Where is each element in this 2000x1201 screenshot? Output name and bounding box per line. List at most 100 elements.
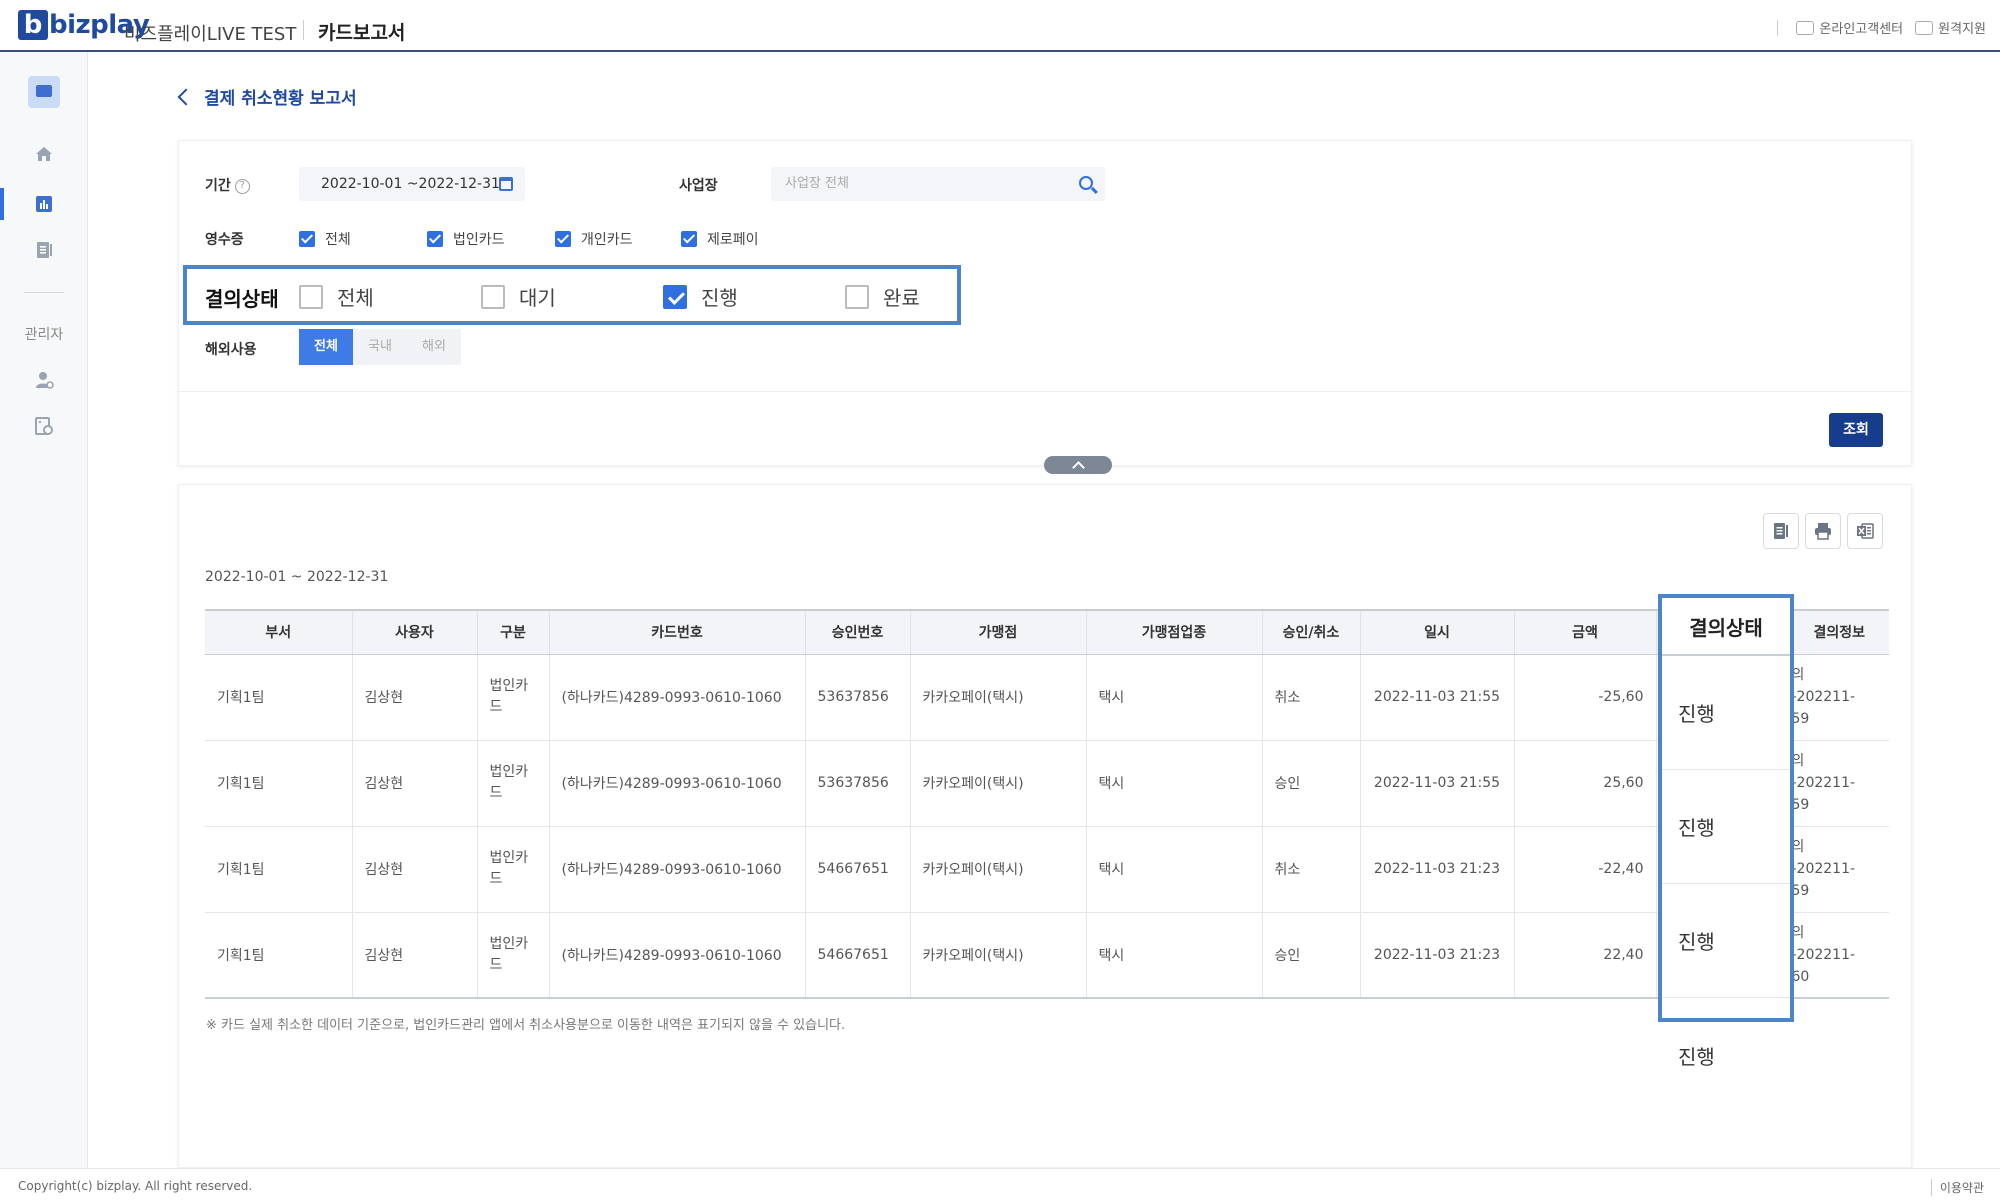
cell-info[interactable]: 의 -202211- 59 xyxy=(1789,654,1889,741)
checkbox-checked-icon[interactable] xyxy=(299,231,315,247)
status-option-all[interactable]: 전체 xyxy=(299,282,374,311)
checkbox-icon[interactable] xyxy=(299,284,323,309)
cell-user: 김상현 xyxy=(352,826,478,913)
column-header[interactable]: 승인번호 xyxy=(805,609,911,655)
cell-category: 택시 xyxy=(1086,740,1263,827)
overseas-option-all[interactable]: 전체 xyxy=(299,329,353,365)
approval-status-cell: 진행 xyxy=(1662,770,1790,884)
overseas-segmented-control: 전체 국내 해외 xyxy=(299,329,461,365)
cell-info[interactable]: 의 -202211- 60 xyxy=(1789,912,1889,999)
approval-status-header[interactable]: 결의상태 xyxy=(1662,598,1790,656)
excel-download-button[interactable] xyxy=(1847,513,1883,549)
status-option-in-progress[interactable]: 진행 xyxy=(663,282,738,311)
receipt-option-label: 법인카드 xyxy=(453,232,505,248)
collapse-filter-chevron-up-icon[interactable] xyxy=(1044,456,1112,474)
admin-label: 관리자 xyxy=(24,327,64,343)
help-icon[interactable]: ? xyxy=(234,178,250,194)
site-placeholder: 사업장 전체 xyxy=(785,176,849,191)
overseas-label: 해외사용 xyxy=(205,342,257,358)
cell-info[interactable]: 의 -202211- 59 xyxy=(1789,740,1889,827)
table-row[interactable]: 기획1팀 김상현 법인카드 (하나카드)4289-0993-0610-1060 … xyxy=(205,826,1889,913)
table-footnote: ※ 카드 실제 취소한 데이터 기준으로, 법인카드관리 앱에서 취소사용분으로… xyxy=(206,1018,846,1033)
remote-support-label: 원격지원 xyxy=(1938,22,1986,37)
view-document-button[interactable] xyxy=(1763,513,1799,549)
checkbox-checked-icon[interactable] xyxy=(555,231,571,247)
column-header[interactable]: 가맹점업종 xyxy=(1086,609,1263,655)
print-icon xyxy=(1815,523,1831,540)
cell-approve-cancel: 승인 xyxy=(1262,912,1361,999)
checkbox-icon[interactable] xyxy=(845,284,869,309)
overseas-option-domestic[interactable]: 국내 xyxy=(353,329,407,365)
app-title: 비즈플레이LIVE TEST xyxy=(124,24,297,45)
status-option-complete[interactable]: 완료 xyxy=(845,282,920,311)
receipt-options: 전체 법인카드 개인카드 제로페이 xyxy=(299,229,759,249)
column-header[interactable]: 결의정보 xyxy=(1789,609,1889,655)
status-option-label: 완료 xyxy=(883,286,920,310)
remote-support-link[interactable]: 원격지원 xyxy=(1915,18,1986,37)
filter-divider xyxy=(179,391,1913,392)
period-label-text: 기간 xyxy=(205,178,231,194)
terms-link[interactable]: 이용약관 xyxy=(1930,1179,1984,1196)
document-icon[interactable] xyxy=(34,240,54,260)
cell-dept: 기획1팀 xyxy=(205,740,353,827)
cell-approve-cancel: 취소 xyxy=(1262,826,1361,913)
checkbox-checked-icon[interactable] xyxy=(663,284,687,309)
checkbox-checked-icon[interactable] xyxy=(681,231,697,247)
chat-icon xyxy=(1796,20,1815,35)
page-header: 결제 취소현황 보고서 xyxy=(176,84,357,109)
site-search-input[interactable]: 사업장 전체 xyxy=(771,167,1105,201)
column-header[interactable]: 사용자 xyxy=(352,609,478,655)
cell-card: (하나카드)4289-0993-0610-1060 xyxy=(549,740,806,827)
overseas-option-overseas[interactable]: 해외 xyxy=(407,329,461,365)
table-row[interactable]: 기획1팀 김상현 법인카드 (하나카드)4289-0993-0610-1060 … xyxy=(205,740,1889,827)
cell-dept: 기획1팀 xyxy=(205,654,353,741)
column-header[interactable]: 승인/취소 xyxy=(1262,609,1361,655)
table-row[interactable]: 기획1팀 김상현 법인카드 (하나카드)4289-0993-0610-1060 … xyxy=(205,654,1889,741)
report-icon[interactable] xyxy=(34,194,54,214)
status-option-pending[interactable]: 대기 xyxy=(481,282,556,311)
print-button[interactable] xyxy=(1805,513,1841,549)
column-header[interactable]: 금액 xyxy=(1514,609,1657,655)
table-row[interactable]: 기획1팀 김상현 법인카드 (하나카드)4289-0993-0610-1060 … xyxy=(205,912,1889,999)
divider xyxy=(1777,19,1779,36)
cell-info[interactable]: 의 -202211- 59 xyxy=(1789,826,1889,913)
top-bar: b bizplay 비즈플레이LIVE TEST 카드보고서 온라인고객센터 원… xyxy=(0,0,2000,52)
receipt-option-personal[interactable]: 개인카드 xyxy=(555,229,681,249)
cell-approval-no: 53637856 xyxy=(805,740,911,827)
cell-type: 법인카드 xyxy=(477,912,550,999)
results-panel: 2022-10-01 ~ 2022-12-31 부서 사용자 구분 카드번호 승… xyxy=(178,484,1912,1168)
cell-user: 김상현 xyxy=(352,912,478,999)
receipt-option-zeropay[interactable]: 제로페이 xyxy=(681,229,759,249)
column-header[interactable]: 구분 xyxy=(477,609,550,655)
copyright-text: Copyright(c) bizplay. All right reserved… xyxy=(18,1179,253,1193)
checkbox-checked-icon[interactable] xyxy=(427,231,443,247)
cell-datetime: 2022-11-03 21:23 xyxy=(1360,912,1515,999)
search-icon[interactable] xyxy=(1079,176,1093,190)
column-header[interactable]: 카드번호 xyxy=(549,609,806,655)
cell-category: 택시 xyxy=(1086,912,1263,999)
excel-icon xyxy=(1857,523,1874,539)
status-option-label: 대기 xyxy=(519,286,556,310)
profile-icon[interactable] xyxy=(28,76,60,108)
search-button[interactable]: 조회 xyxy=(1829,413,1883,447)
customer-center-link[interactable]: 온라인고객센터 xyxy=(1796,18,1903,37)
receipt-option-corporate[interactable]: 법인카드 xyxy=(427,229,555,249)
home-icon[interactable] xyxy=(34,144,54,164)
approval-status-cell: 진행 xyxy=(1678,1044,1715,1069)
cell-category: 택시 xyxy=(1086,826,1263,913)
cell-merchant: 카카오페이(택시) xyxy=(910,740,1087,827)
period-date-field[interactable]: 2022-10-01 ~2022-12-31 xyxy=(299,167,525,201)
calendar-icon[interactable] xyxy=(499,177,513,191)
page-title: 결제 취소현황 보고서 xyxy=(204,89,357,109)
column-header[interactable]: 일시 xyxy=(1360,609,1515,655)
admin-report-icon[interactable] xyxy=(34,416,54,436)
footer: Copyright(c) bizplay. All right reserved… xyxy=(0,1168,2000,1201)
logo-mark: b xyxy=(18,10,48,40)
column-header[interactable]: 부서 xyxy=(205,609,353,655)
user-settings-icon[interactable] xyxy=(34,370,54,390)
checkbox-icon[interactable] xyxy=(481,284,505,309)
back-chevron-icon[interactable] xyxy=(177,88,195,105)
site-label: 사업장 xyxy=(679,178,718,194)
column-header[interactable]: 가맹점 xyxy=(910,609,1087,655)
receipt-option-all[interactable]: 전체 xyxy=(299,229,427,249)
